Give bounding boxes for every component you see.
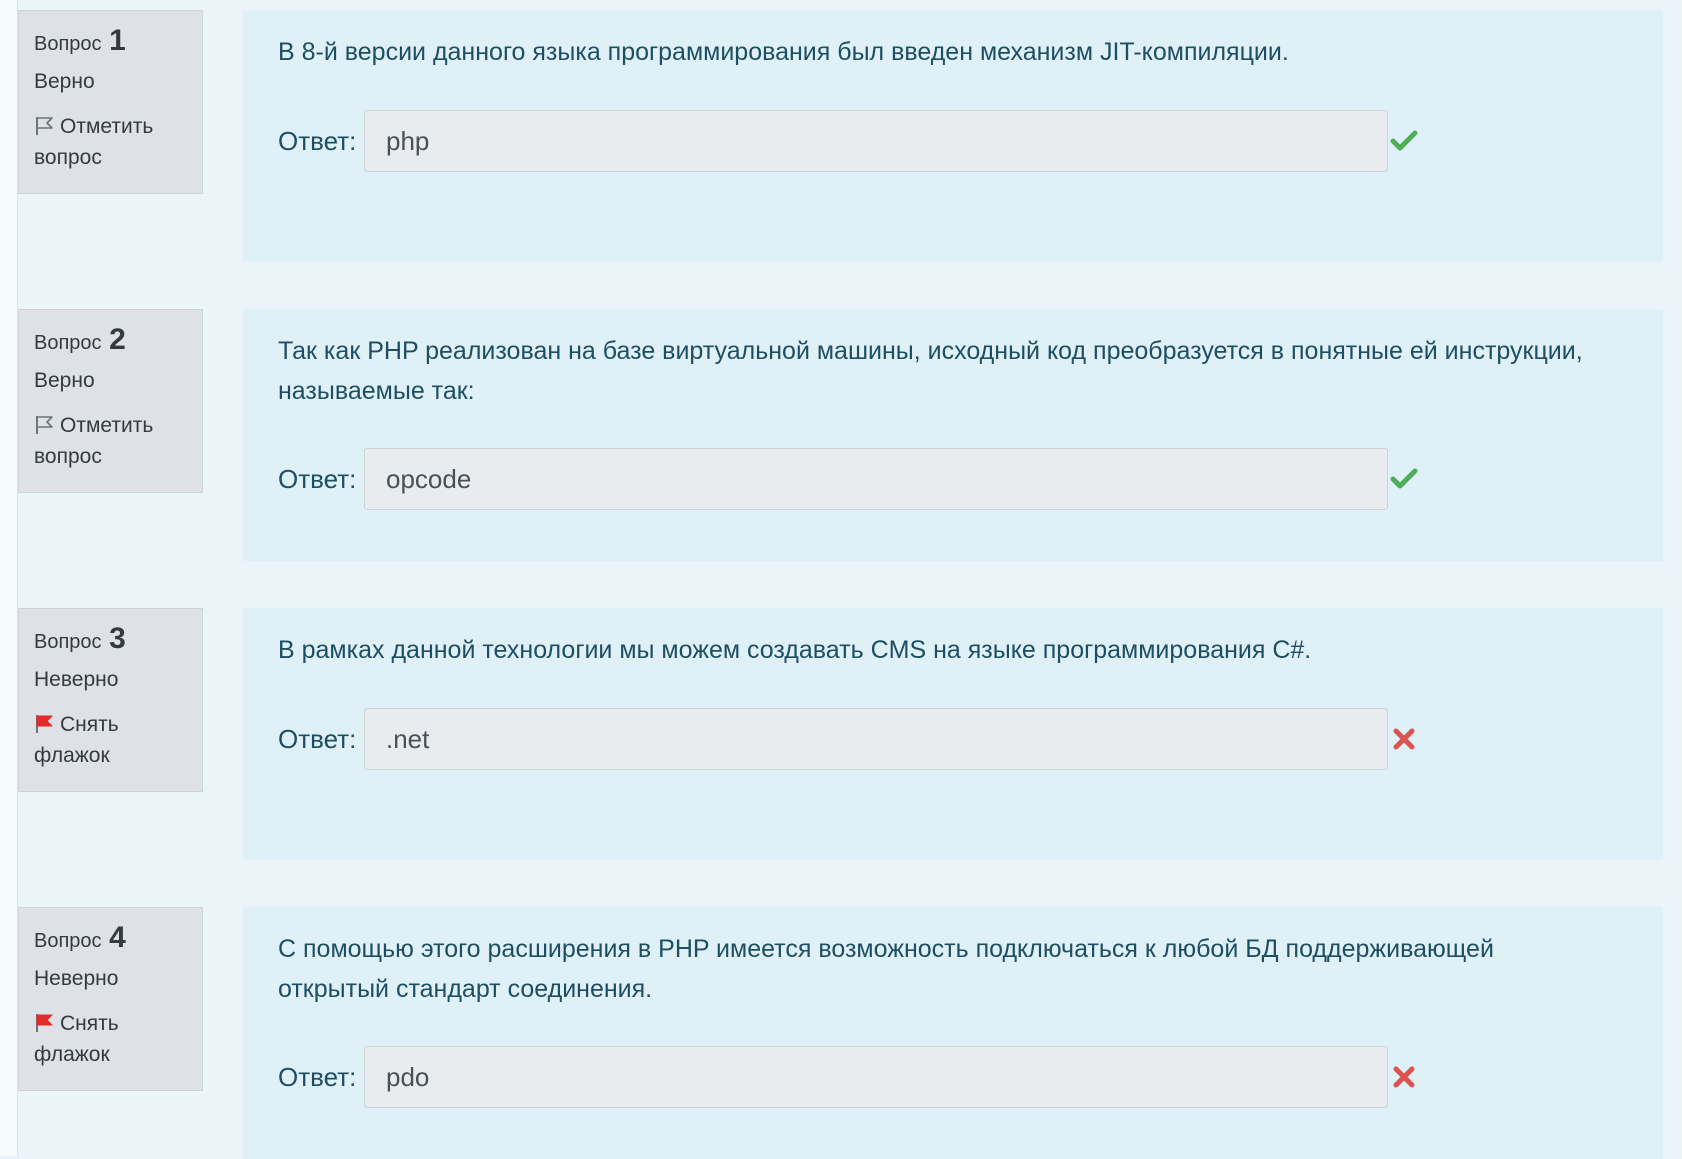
- answer-label: Ответ:: [278, 126, 357, 156]
- question-content: В рамках данной технологии мы можем созд…: [243, 608, 1663, 860]
- answer-field[interactable]: [364, 448, 1388, 510]
- question-number: Вопрос 1: [34, 21, 202, 61]
- answer-field[interactable]: [364, 1046, 1388, 1108]
- remove-flag-button[interactable]: Снять флажок: [34, 709, 194, 771]
- question-2: Вопрос 2 Верно Отметить вопрос Так как P…: [0, 309, 1682, 561]
- question-number-value: 3: [109, 622, 126, 655]
- flag-outline-icon: [36, 117, 53, 135]
- flag-question-button[interactable]: Отметить вопрос: [34, 111, 194, 173]
- question-number: Вопрос 4: [34, 918, 202, 958]
- cross-icon: [1393, 728, 1415, 750]
- question-number-value: 1: [109, 24, 126, 57]
- answer-label: Ответ:: [278, 724, 357, 754]
- question-number: Вопрос 2: [34, 320, 202, 360]
- answer-field[interactable]: [364, 708, 1388, 770]
- question-info: Вопрос 3 Неверно Снять флажок: [18, 608, 203, 792]
- check-icon: [1390, 130, 1418, 151]
- answer-field[interactable]: [364, 110, 1388, 172]
- question-info: Вопрос 4 Неверно Снять флажок: [18, 907, 203, 1091]
- question-text: Так как PHP реализован на базе виртуальн…: [278, 337, 1583, 405]
- question-state: Неверно: [34, 967, 119, 990]
- question-number-label: Вопрос: [34, 332, 102, 354]
- check-icon: [1390, 468, 1418, 489]
- question-content: Так как PHP реализован на базе виртуальн…: [243, 309, 1663, 561]
- question-text: В рамках данной технологии мы можем созд…: [278, 636, 1312, 664]
- question-number-value: 4: [109, 921, 126, 954]
- question-content: С помощью этого расширения в PHP имеется…: [243, 907, 1663, 1159]
- question-number-label: Вопрос: [34, 631, 102, 653]
- question-info: Вопрос 1 Верно Отметить вопрос: [18, 10, 203, 194]
- question-text: В 8-й версии данного языка программирова…: [278, 38, 1289, 66]
- flag-red-icon: [36, 715, 53, 733]
- question-state: Верно: [34, 369, 95, 392]
- question-4: Вопрос 4 Неверно Снять флажок С помощью …: [0, 907, 1682, 1159]
- question-1: Вопрос 1 Верно Отметить вопрос В 8-й вер…: [0, 10, 1682, 262]
- question-state: Неверно: [34, 668, 119, 691]
- question-state: Верно: [34, 70, 95, 93]
- question-number-label: Вопрос: [34, 33, 102, 55]
- question-3: Вопрос 3 Неверно Снять флажок В рамках д…: [0, 608, 1682, 860]
- question-number-value: 2: [109, 323, 126, 356]
- question-number-label: Вопрос: [34, 930, 102, 952]
- question-number: Вопрос 3: [34, 619, 202, 659]
- question-info: Вопрос 2 Верно Отметить вопрос: [18, 309, 203, 493]
- question-content: В 8-й версии данного языка программирова…: [243, 10, 1663, 262]
- flag-outline-icon: [36, 416, 53, 434]
- flag-red-icon: [36, 1014, 53, 1032]
- cross-icon: [1393, 1066, 1415, 1088]
- remove-flag-button[interactable]: Снять флажок: [34, 1008, 194, 1070]
- question-text: С помощью этого расширения в PHP имеется…: [278, 935, 1494, 1003]
- answer-label: Ответ:: [278, 464, 357, 494]
- flag-question-button[interactable]: Отметить вопрос: [34, 410, 194, 472]
- answer-label: Ответ:: [278, 1062, 357, 1092]
